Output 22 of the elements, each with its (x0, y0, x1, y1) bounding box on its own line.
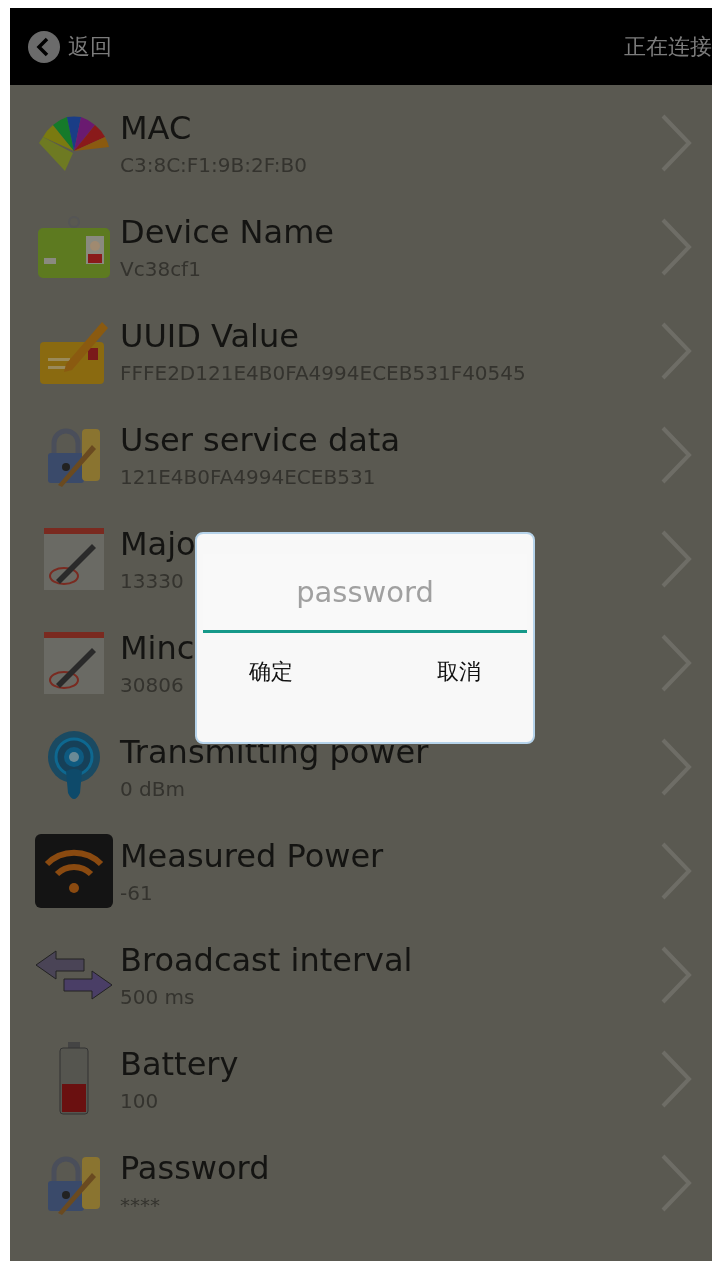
item-title: Device Name (120, 212, 334, 252)
item-title: Minc (120, 628, 195, 668)
back-icon (28, 30, 60, 63)
calendar-pen-icon (42, 526, 106, 592)
item-title: Measured Power (120, 836, 384, 876)
item-title: User service data (120, 420, 400, 460)
calendar-pen-icon (42, 630, 106, 696)
battery-icon (59, 1042, 89, 1116)
item-title: UUID Value (120, 316, 299, 356)
dialog-button[interactable]: 取消 (423, 647, 495, 697)
item-title: Broadcast interval (120, 940, 413, 980)
item-title: Battery (120, 1044, 239, 1084)
back-button[interactable]: 返回 (28, 30, 112, 63)
item-value: **** (120, 1192, 160, 1218)
double-arrow-icon (34, 949, 114, 1001)
item-title: Transmitting power (120, 732, 429, 772)
item-title: MAC (120, 108, 192, 148)
header-title: 正在连接 (624, 32, 712, 61)
wifi-icon (35, 834, 113, 908)
item-title: Password (120, 1148, 270, 1188)
item-title: Majo (120, 524, 196, 564)
dialog-button[interactable]: 确定 (235, 647, 307, 697)
